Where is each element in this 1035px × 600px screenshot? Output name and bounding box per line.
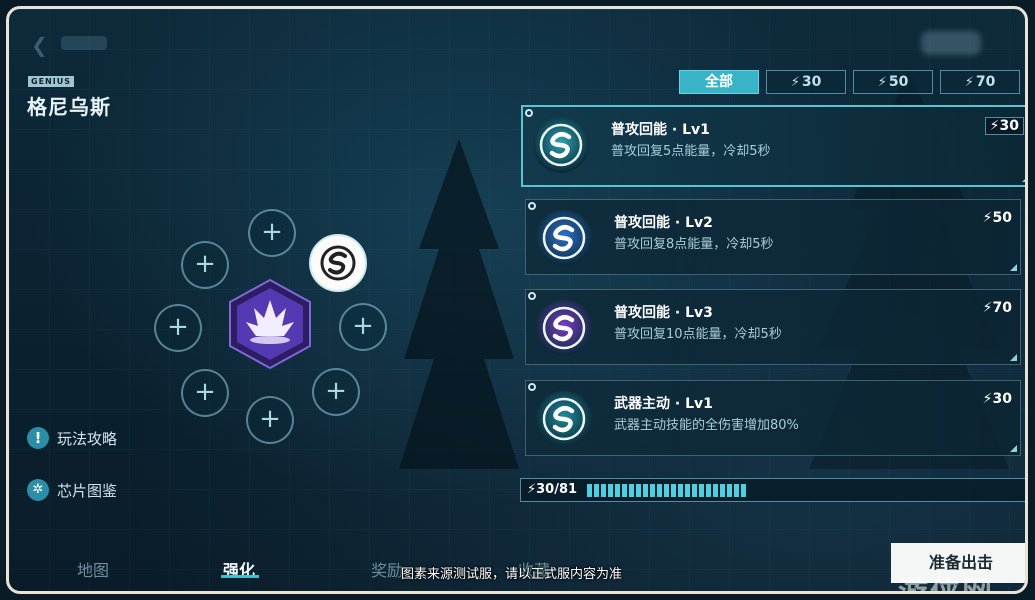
filter-label: 全部 xyxy=(705,74,733,90)
card-corner-marker xyxy=(1010,264,1017,271)
chip-card[interactable]: 普攻回能 · Lv1 普攻回复5点能量，冷却5秒 ⚡30 xyxy=(521,105,1025,187)
chip-description: 普攻回复5点能量，冷却5秒 xyxy=(611,144,771,159)
card-corner-dot xyxy=(528,292,536,300)
chip-title: 普攻回能 · Lv3 xyxy=(614,305,713,321)
chip-cost-value: 30 xyxy=(999,118,1019,134)
back-arrow-icon[interactable]: ❮ xyxy=(31,33,48,57)
energy-chip-icon xyxy=(320,245,356,281)
chip-cost-value: 30 xyxy=(992,391,1012,407)
guide-link-label: 玩法攻略 xyxy=(57,429,118,448)
chip-book-icon: ✲ xyxy=(27,479,49,501)
lightning-icon: ⚡ xyxy=(982,300,993,316)
energy-fill xyxy=(587,484,747,497)
chip-description: 武器主动技能的全伤害增加80% xyxy=(614,418,799,433)
chip-cost-value: 70 xyxy=(992,300,1012,316)
chip-card[interactable]: 武器主动 · Lv1 武器主动技能的全伤害增加80% ⚡30 xyxy=(525,380,1021,456)
filter-label: 70 xyxy=(975,74,996,90)
chip-icon xyxy=(536,300,592,356)
lightning-icon: ⚡ xyxy=(527,482,537,497)
chip-slot-equipped[interactable] xyxy=(309,234,367,292)
chip-book-link[interactable]: ✲ 芯片图鉴 xyxy=(27,479,117,501)
chip-slot-empty[interactable]: + xyxy=(154,304,202,352)
chip-cost: ⚡50 xyxy=(983,210,1012,226)
tab-map[interactable]: 地图 xyxy=(77,557,109,581)
chip-book-link-label: 芯片图鉴 xyxy=(57,481,118,500)
lightning-icon: ⚡ xyxy=(877,75,887,90)
filter-30-button[interactable]: ⚡ 30 xyxy=(766,70,846,94)
chip-card[interactable]: 普攻回能 · Lv2 普攻回复8点能量，冷却5秒 ⚡50 xyxy=(525,199,1021,275)
hero-name: 格尼乌斯 xyxy=(27,95,111,119)
lightning-icon: ⚡ xyxy=(964,75,974,90)
filter-all-button[interactable]: 全部 xyxy=(679,70,759,94)
chip-slot-empty[interactable]: + xyxy=(312,368,360,416)
currency-display-blurred xyxy=(921,31,981,55)
energy-bar: ⚡30/81 xyxy=(520,478,1025,502)
chip-cost: ⚡30 xyxy=(984,117,1024,135)
chip-title: 武器主动 · Lv1 xyxy=(614,396,713,412)
game-screen: ❮ GENIUS 格尼乌斯 + + + + + + + ! 玩法攻略 ✲ 芯片图… xyxy=(6,6,1028,594)
chip-icon xyxy=(533,117,589,173)
energy-track xyxy=(587,484,1017,497)
chip-slot-empty[interactable]: + xyxy=(339,303,387,351)
tab-reward[interactable]: 奖励 xyxy=(371,557,403,581)
lightning-icon: ⚡ xyxy=(982,391,993,407)
card-corner-marker xyxy=(1010,445,1017,452)
chip-title: 普攻回能 · Lv1 xyxy=(611,122,710,138)
chip-cost: ⚡30 xyxy=(983,391,1012,407)
chip-emblem-icon xyxy=(542,397,586,441)
genius-tag: GENIUS xyxy=(28,76,74,87)
chip-emblem-icon xyxy=(542,306,586,350)
guide-link[interactable]: ! 玩法攻略 xyxy=(27,427,117,449)
cost-filter-bar: 全部 ⚡ 30 ⚡ 50 ⚡ 70 xyxy=(679,70,1020,94)
back-label-blurred[interactable] xyxy=(61,36,107,50)
chip-cost: ⚡70 xyxy=(983,300,1012,316)
chip-slot-empty[interactable]: + xyxy=(181,369,229,417)
energy-value: 30/81 xyxy=(536,482,578,497)
filter-label: 50 xyxy=(888,74,909,90)
chip-card[interactable]: 普攻回能 · Lv3 普攻回复10点能量，冷却5秒 ⚡70 xyxy=(525,289,1021,365)
chip-emblem-icon xyxy=(539,123,583,167)
chip-slot-empty[interactable]: + xyxy=(248,209,296,257)
chip-slot-empty[interactable]: + xyxy=(181,241,229,289)
chip-icon xyxy=(536,210,592,266)
card-corner-marker xyxy=(1010,354,1017,361)
hero-core-emblem[interactable] xyxy=(224,278,316,370)
pine-tree-decoration xyxy=(399,139,519,469)
card-corner-dot xyxy=(528,202,536,210)
energy-readout: ⚡30/81 xyxy=(527,482,577,497)
card-corner-marker xyxy=(1022,175,1025,182)
chip-title: 普攻回能 · Lv2 xyxy=(614,215,713,231)
filter-70-button[interactable]: ⚡ 70 xyxy=(940,70,1020,94)
lightning-icon: ⚡ xyxy=(790,75,800,90)
exclamation-icon: ! xyxy=(27,427,49,449)
lightning-icon: ⚡ xyxy=(989,118,1000,134)
active-tab-indicator xyxy=(221,575,259,578)
chip-description: 普攻回复10点能量，冷却5秒 xyxy=(614,327,782,342)
site-watermark: 游侠网 xyxy=(898,576,994,594)
chip-icon xyxy=(536,391,592,447)
chip-description: 普攻回复8点能量，冷却5秒 xyxy=(614,237,774,252)
filter-label: 30 xyxy=(801,74,822,90)
card-corner-dot xyxy=(528,383,536,391)
chip-slot-empty[interactable]: + xyxy=(246,396,294,444)
filter-50-button[interactable]: ⚡ 50 xyxy=(853,70,933,94)
chip-emblem-icon xyxy=(542,216,586,260)
card-corner-dot xyxy=(525,109,533,117)
test-server-notice: 图素来源测试服，请以正式服内容为准 xyxy=(401,567,623,582)
lightning-icon: ⚡ xyxy=(982,210,993,226)
chip-cost-value: 50 xyxy=(992,210,1012,226)
hero-emblem-icon xyxy=(229,278,311,370)
